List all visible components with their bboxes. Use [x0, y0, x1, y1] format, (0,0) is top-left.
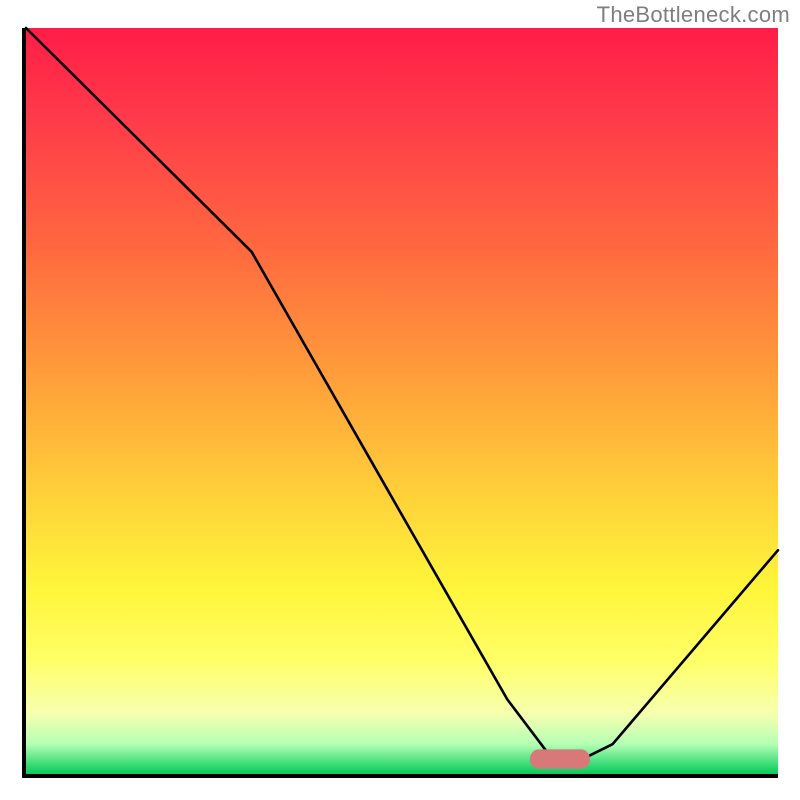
- chart-plot-area: [22, 28, 778, 778]
- watermark-text: TheBottleneck.com: [597, 2, 790, 28]
- optimal-marker: [530, 749, 590, 768]
- bottleneck-curve: [26, 28, 778, 759]
- chart-svg: [26, 28, 778, 774]
